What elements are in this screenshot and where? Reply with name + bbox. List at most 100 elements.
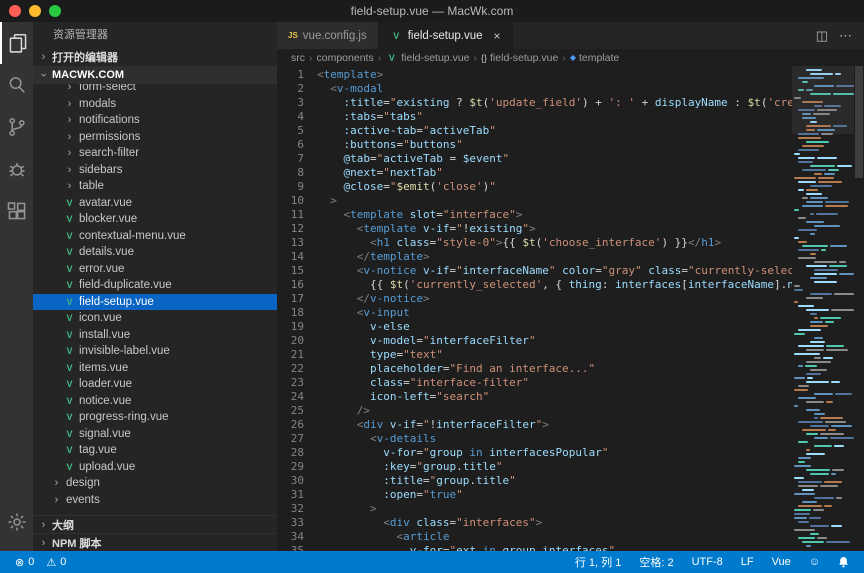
search-icon[interactable] xyxy=(0,64,33,106)
code-line[interactable]: 26 <div v-if="!interfaceFilter"> xyxy=(277,418,792,432)
tree-item-table[interactable]: ›table xyxy=(33,178,277,195)
breadcrumb-item-template[interactable]: ◆template xyxy=(570,52,619,64)
status-language-mode[interactable]: Vue xyxy=(767,556,796,568)
tree-item-blocker.vue[interactable]: Vblocker.vue xyxy=(33,211,277,228)
tree-item-contextual-menu.vue[interactable]: Vcontextual-menu.vue xyxy=(33,228,277,245)
tree-item-permissions[interactable]: ›permissions xyxy=(33,129,277,146)
code-line[interactable]: 10 > xyxy=(277,194,792,208)
tree-item-icon.vue[interactable]: Vicon.vue xyxy=(33,310,277,327)
breadcrumb-item-src[interactable]: src xyxy=(291,52,305,64)
code-line[interactable]: 2 <v-modal xyxy=(277,82,792,96)
code-line[interactable]: 33 <div class="interfaces"> xyxy=(277,516,792,530)
extensions-icon[interactable] xyxy=(0,190,33,232)
tree-item-notifications[interactable]: ›notifications xyxy=(33,112,277,129)
code-line[interactable]: 24 icon-left="search" xyxy=(277,390,792,404)
code-line[interactable]: 21 type="text" xyxy=(277,348,792,362)
tree-item-form-select[interactable]: ›form-select xyxy=(33,84,277,96)
editor-scrollbar[interactable] xyxy=(854,66,864,551)
code-line[interactable]: 35 v-for="ext in group.interfaces" xyxy=(277,544,792,551)
status-eol[interactable]: LF xyxy=(736,556,759,568)
tree-item-field-setup.vue[interactable]: Vfield-setup.vue xyxy=(33,294,277,311)
tree-item-progress-ring.vue[interactable]: Vprogress-ring.vue xyxy=(33,409,277,426)
minimize-window-button[interactable] xyxy=(29,5,41,17)
code-line[interactable]: 29 :key="group.title" xyxy=(277,460,792,474)
section-open-editors[interactable]: › 打开的编辑器 xyxy=(33,48,277,66)
close-window-button[interactable] xyxy=(9,5,21,17)
tree-item-loader.vue[interactable]: Vloader.vue xyxy=(33,376,277,393)
tree-item-label: avatar.vue xyxy=(79,197,132,209)
tree-item-signal.vue[interactable]: Vsignal.vue xyxy=(33,426,277,443)
tree-item-upload.vue[interactable]: Vupload.vue xyxy=(33,459,277,476)
breadcrumb-item-field-setup.vue[interactable]: {}field-setup.vue xyxy=(481,52,558,64)
code-line[interactable]: 19 v-else xyxy=(277,320,792,334)
scrollbar-thumb[interactable] xyxy=(855,66,863,178)
tree-item-tag.vue[interactable]: Vtag.vue xyxy=(33,442,277,459)
notifications-bell-icon[interactable] xyxy=(833,556,854,568)
debug-icon[interactable] xyxy=(0,148,33,190)
code-line[interactable]: 3 :title="existing ? $t('update_field') … xyxy=(277,96,792,110)
tree-item-invisible-label.vue[interactable]: Vinvisible-label.vue xyxy=(33,343,277,360)
code-line[interactable]: 17 </v-notice> xyxy=(277,292,792,306)
tree-item-details.vue[interactable]: Vdetails.vue xyxy=(33,244,277,261)
code-line[interactable]: 6 :buttons="buttons" xyxy=(277,138,792,152)
breadcrumb-item-field-setup.vue[interactable]: Vfield-setup.vue xyxy=(385,52,469,64)
code-line[interactable]: 34 <article xyxy=(277,530,792,544)
code-line[interactable]: 27 <v-details xyxy=(277,432,792,446)
status-cursor-position[interactable]: 行 1, 列 1 xyxy=(570,554,626,570)
minimap[interactable] xyxy=(792,66,854,551)
code-line[interactable]: 11 <template slot="interface"> xyxy=(277,208,792,222)
more-actions-icon[interactable]: ⋯ xyxy=(839,28,852,44)
code-line[interactable]: 22 placeholder="Find an interface..." xyxy=(277,362,792,376)
code-line[interactable]: 28 v-for="group in interfacesPopular" xyxy=(277,446,792,460)
tree-item-install.vue[interactable]: Vinstall.vue xyxy=(33,327,277,344)
status-encoding[interactable]: UTF-8 xyxy=(687,556,728,568)
section-outline[interactable]: › 大纲 xyxy=(33,515,277,533)
code-line[interactable]: 13 <h1 class="style-0">{{ $t('choose_int… xyxy=(277,236,792,250)
code-area[interactable]: 1<template>2 <v-modal3 :title="existing … xyxy=(277,66,792,551)
code-line[interactable]: 8 @next="nextTab" xyxy=(277,166,792,180)
tab-field-setup-vue[interactable]: V field-setup.vue × xyxy=(379,22,513,49)
section-workspace[interactable]: › MACWK.COM xyxy=(33,66,277,84)
code-line[interactable]: 16 {{ $t('currently_selected', { thing: … xyxy=(277,278,792,292)
code-line[interactable]: 12 <template v-if="!existing"> xyxy=(277,222,792,236)
tab-vue-config-js[interactable]: JS vue.config.js xyxy=(277,22,379,49)
code-line[interactable]: 5 :active-tab="activeTab" xyxy=(277,124,792,138)
status-problems-errors[interactable]: ⊗ 0 xyxy=(10,556,39,569)
tree-item-notice.vue[interactable]: Vnotice.vue xyxy=(33,393,277,410)
code-line[interactable]: 31 :open="true" xyxy=(277,488,792,502)
minimap-viewport[interactable] xyxy=(792,66,854,134)
manage-gear-icon[interactable] xyxy=(0,501,33,543)
split-editor-icon[interactable]: ◫ xyxy=(816,28,828,44)
files-icon[interactable] xyxy=(0,22,33,64)
code-line[interactable]: 25 /> xyxy=(277,404,792,418)
code-line[interactable]: 20 v-model="interfaceFilter" xyxy=(277,334,792,348)
code-line[interactable]: 4 :tabs="tabs" xyxy=(277,110,792,124)
tree-item-search-filter[interactable]: ›search-filter xyxy=(33,145,277,162)
code-line[interactable]: 1<template> xyxy=(277,68,792,82)
code-line[interactable]: 7 @tab="activeTab = $event" xyxy=(277,152,792,166)
code-line[interactable]: 23 class="interface-filter" xyxy=(277,376,792,390)
code-line[interactable]: 15 <v-notice v-if="interfaceName" color=… xyxy=(277,264,792,278)
line-number: 30 xyxy=(277,474,317,488)
code-line[interactable]: 18 <v-input xyxy=(277,306,792,320)
code-line[interactable]: 32 > xyxy=(277,502,792,516)
tree-item-error.vue[interactable]: Verror.vue xyxy=(33,261,277,278)
code-line[interactable]: 9 @close="$emit('close')" xyxy=(277,180,792,194)
tree-item-design[interactable]: ›design xyxy=(33,475,277,492)
zoom-window-button[interactable] xyxy=(49,5,61,17)
tree-item-events[interactable]: ›events xyxy=(33,492,277,509)
code-line[interactable]: 14 </template> xyxy=(277,250,792,264)
status-feedback-smiley[interactable]: ☺ xyxy=(804,556,825,568)
tree-item-items.vue[interactable]: Vitems.vue xyxy=(33,360,277,377)
tree-item-field-duplicate.vue[interactable]: Vfield-duplicate.vue xyxy=(33,277,277,294)
section-npm-scripts[interactable]: › NPM 脚本 xyxy=(33,533,277,551)
close-tab-icon[interactable]: × xyxy=(494,29,501,43)
status-indentation[interactable]: 空格: 2 xyxy=(634,554,678,570)
source-control-icon[interactable] xyxy=(0,106,33,148)
status-problems-warnings[interactable]: ⚠ 0 xyxy=(41,556,71,569)
breadcrumb-item-components[interactable]: components xyxy=(317,52,374,64)
tree-item-modals[interactable]: ›modals xyxy=(33,96,277,113)
tree-item-sidebars[interactable]: ›sidebars xyxy=(33,162,277,179)
tree-item-avatar.vue[interactable]: Vavatar.vue xyxy=(33,195,277,212)
code-line[interactable]: 30 :title="group.title" xyxy=(277,474,792,488)
